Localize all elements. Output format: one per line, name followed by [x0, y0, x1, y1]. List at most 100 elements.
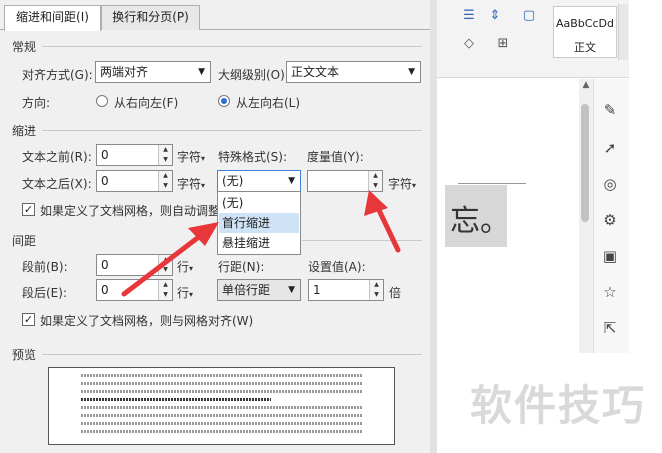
line-spacing-select[interactable]: 单倍行距 ▼ — [217, 279, 301, 301]
spin-up-icon[interactable]: ▲ — [159, 280, 172, 290]
indent-grid-checkbox[interactable]: ✓ — [22, 203, 35, 216]
watermark: 软件技巧 — [470, 381, 647, 430]
ltr-label[interactable]: 从左向右(L) — [236, 94, 300, 111]
spin-down-icon[interactable]: ▼ — [159, 155, 172, 165]
shading-icon[interactable]: ◇ — [460, 36, 478, 52]
spin-up-icon[interactable]: ▲ — [159, 171, 172, 181]
special-format-dropdown: (无) 首行缩进 悬挂缩进 — [217, 191, 301, 255]
unit-text: 字符 — [388, 177, 413, 191]
spin-down-icon[interactable]: ▼ — [369, 181, 382, 191]
chevron-down-icon: ▼ — [288, 176, 295, 186]
paragraph-spacing-icon[interactable]: ⇕ — [486, 8, 504, 24]
divider — [42, 46, 422, 47]
before-text-input[interactable]: 0 ▲ ▼ — [96, 144, 173, 166]
share-icon[interactable]: ⇱ — [600, 318, 620, 338]
spin-up-icon[interactable]: ▲ — [369, 171, 382, 181]
spin-down-icon[interactable]: ▼ — [159, 290, 172, 300]
spin-buttons[interactable]: ▲ ▼ — [158, 280, 172, 300]
section-indent-title: 缩进 — [12, 124, 37, 138]
option-none[interactable]: (无) — [219, 193, 299, 213]
dialog-scrollbar[interactable] — [430, 0, 437, 453]
section-general-title: 常规 — [12, 40, 37, 54]
spin-buttons[interactable]: ▲ ▼ — [158, 145, 172, 165]
setting-value: 1 — [313, 283, 321, 297]
spin-down-icon[interactable]: ▼ — [370, 290, 383, 300]
section-spacing-title: 间距 — [12, 234, 37, 248]
option-hanging-indent[interactable]: 悬挂缩进 — [219, 233, 299, 253]
chevron-down-icon: ▾ — [189, 264, 194, 273]
setting-value-label: 设置值(A): — [308, 260, 366, 274]
before-text-label: 文本之前(R): — [22, 150, 92, 164]
preview-line — [81, 374, 363, 377]
space-before-input[interactable]: 0 ▲ ▼ — [96, 254, 173, 276]
unit-text: 行 — [177, 286, 190, 300]
unit-text: 行 — [177, 260, 190, 274]
preview-line — [81, 422, 363, 425]
after-text-label: 文本之后(X): — [22, 177, 92, 191]
spin-up-icon[interactable]: ▲ — [159, 255, 172, 265]
spin-down-icon[interactable]: ▼ — [159, 181, 172, 191]
measure-input[interactable]: ▲ ▼ — [307, 170, 383, 192]
cursor-icon[interactable]: ➚ — [600, 138, 620, 158]
paragraph-dialog: 缩进和间距(I) 换行和分页(P) 常规 对齐方式(G): 两端对齐 ▼ 大纲级… — [0, 0, 437, 453]
divider — [42, 354, 422, 355]
special-format-value: (无) — [222, 174, 244, 188]
margin-guide — [458, 183, 526, 184]
tab-line-page-breaks[interactable]: 换行和分页(P) — [101, 5, 200, 30]
spin-buttons[interactable]: ▲ ▼ — [158, 255, 172, 275]
after-text-unit[interactable]: 字符▾ — [177, 175, 205, 192]
rtl-radio[interactable] — [96, 95, 108, 107]
indent-grid-label[interactable]: 如果定义了文档网格，则自动调整 — [40, 202, 220, 219]
unit-text: 字符 — [177, 150, 202, 164]
space-after-input[interactable]: 0 ▲ ▼ — [96, 279, 173, 301]
space-after-value: 0 — [101, 283, 109, 297]
pen-icon[interactable]: ✎ — [600, 100, 620, 120]
spin-up-icon[interactable]: ▲ — [370, 280, 383, 290]
chevron-down-icon: ▾ — [201, 181, 206, 190]
spin-up-icon[interactable]: ▲ — [159, 145, 172, 155]
table-grid-icon[interactable]: ⊞ — [494, 36, 512, 52]
settings-sliders-icon[interactable]: ⚙ — [600, 210, 620, 230]
preview-line — [81, 390, 363, 393]
style-gallery-normal[interactable]: AaBbCcDd 正文 — [553, 6, 617, 58]
style-gallery-scroll[interactable] — [618, 4, 628, 60]
shapes-icon[interactable]: ◎ — [600, 174, 620, 194]
measure-unit[interactable]: 字符▾ — [388, 175, 416, 192]
preview-line — [81, 406, 363, 409]
after-text-input[interactable]: 0 ▲ ▼ — [96, 170, 173, 192]
chevron-down-icon: ▼ — [288, 285, 295, 295]
line-spacing-icon[interactable]: ☰ — [460, 8, 478, 24]
setting-value-input[interactable]: 1 ▲ ▼ — [308, 279, 384, 301]
direction-label: 方向: — [22, 96, 51, 110]
special-format-select[interactable]: (无) ▼ — [217, 170, 301, 192]
preview-line — [81, 382, 363, 385]
rtl-label[interactable]: 从右向左(F) — [114, 94, 178, 111]
space-after-unit[interactable]: 行▾ — [177, 284, 193, 301]
divider — [302, 240, 422, 241]
spin-down-icon[interactable]: ▼ — [159, 265, 172, 275]
before-text-unit[interactable]: 字符▾ — [177, 148, 205, 165]
tab-indent-spacing[interactable]: 缩进和间距(I) — [4, 5, 101, 31]
outline-level-select[interactable]: 正文文本 ▼ — [286, 61, 421, 83]
space-before-unit[interactable]: 行▾ — [177, 258, 193, 275]
spacing-grid-checkbox[interactable]: ✓ — [22, 313, 35, 326]
line-spacing-label: 行距(N): — [218, 260, 265, 274]
spin-buttons[interactable]: ▲ ▼ — [158, 171, 172, 191]
alignment-select[interactable]: 两端对齐 ▼ — [95, 61, 211, 83]
before-text-value: 0 — [101, 148, 109, 162]
star-icon[interactable]: ☆ — [600, 282, 620, 302]
document-text: 忘。 — [450, 204, 510, 239]
spin-buttons[interactable]: ▲ ▼ — [369, 280, 383, 300]
option-first-line-indent[interactable]: 首行缩进 — [219, 213, 299, 233]
ltr-radio[interactable] — [218, 95, 230, 107]
spacing-grid-label[interactable]: 如果定义了文档网格，则与网格对齐(W) — [40, 312, 253, 329]
alignment-value: 两端对齐 — [100, 65, 149, 79]
line-spacing-value: 单倍行距 — [222, 283, 271, 297]
alignment-label: 对齐方式(G): — [22, 68, 93, 82]
space-before-value: 0 — [101, 258, 109, 272]
scroll-up-icon[interactable]: ▲ — [579, 80, 593, 94]
spin-buttons[interactable]: ▲ ▼ — [368, 171, 382, 191]
image-icon[interactable]: ▣ — [600, 246, 620, 266]
scroll-thumb[interactable] — [581, 104, 589, 222]
borders-icon[interactable]: ▢ — [520, 8, 538, 24]
